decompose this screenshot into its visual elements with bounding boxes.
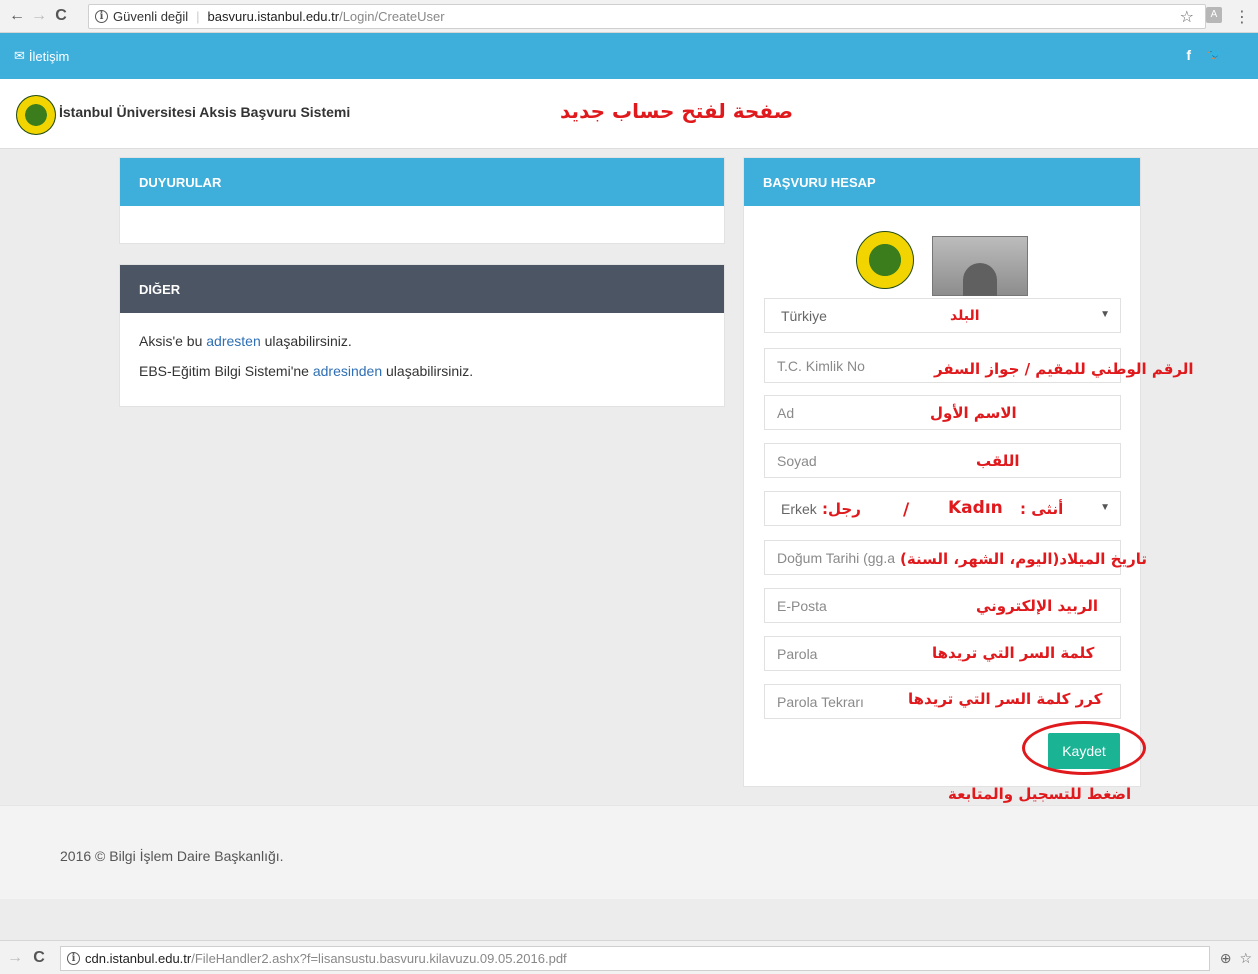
site-title[interactable]: İstanbul Üniversitesi Aksis Başvuru Sist… [59, 104, 350, 120]
surname-note: اللقب [976, 452, 1020, 470]
reload-icon-bottom[interactable]: C [28, 949, 50, 967]
copyright-text: 2016 © Bilgi İşlem Daire Başkanlığı. [60, 848, 284, 864]
save-highlight-circle [1022, 721, 1146, 775]
university-seal [856, 231, 914, 289]
zoom-icon[interactable]: ⊕ [1220, 950, 1232, 967]
ebs-info: EBS-Eğitim Bilgi Sistemi'ne adresinden u… [139, 363, 474, 379]
caret-down-icon: ▼ [1100, 309, 1110, 320]
page-annotation: صفحة لفتح حساب جديد [560, 99, 794, 123]
surname-input[interactable]: Soyad [764, 443, 1121, 478]
email-note: الربيد الإلكتروني [976, 597, 1098, 615]
announcements-title: DUYURULAR [120, 158, 724, 206]
password-note: كلمة السر التي تريدها [932, 644, 1095, 662]
tc-id-note: الرقم الوطني للمقيم / جواز السفر [934, 360, 1194, 378]
gender-slash: / [903, 500, 910, 520]
site-topbar: ✉ İletişim f 🐦 [0, 33, 1258, 79]
browser-toolbar: ← → C i Güvenli değil | basvuru.istanbul… [0, 0, 1258, 33]
extension-icon[interactable]: A [1206, 7, 1222, 23]
address-separator: | [196, 9, 200, 24]
other-title: DIĞER [120, 265, 724, 313]
announcements-panel: DUYURULAR [119, 157, 725, 244]
back-icon[interactable]: ← [6, 7, 28, 25]
site-footer: 2016 © Bilgi İşlem Daire Başkanlığı. [0, 805, 1258, 899]
gender-female-note: أنثى : [1020, 500, 1064, 518]
url-host: basvuru.istanbul.edu.tr [207, 9, 340, 24]
birth-date-note: تاريخ الميلاد(اليوم، الشهر، السنة) [900, 550, 1147, 568]
aksis-link[interactable]: adresten [206, 333, 260, 349]
bottom-browser-bar: → C i cdn.istanbul.edu.tr /FileHandler2.… [0, 940, 1258, 974]
gender-female-label: Kadın [948, 498, 1003, 518]
security-status: Güvenli değil [113, 9, 189, 24]
university-building-image [932, 236, 1028, 296]
country-select[interactable]: Türkiye ▼ [764, 298, 1121, 333]
save-note: اضغط للتسجيل والمتابعة [948, 785, 1132, 803]
country-note: البلد [950, 308, 980, 324]
forward-icon[interactable]: → [28, 7, 50, 25]
gender-select[interactable]: Erkek ▼ [764, 491, 1121, 526]
contact-link[interactable]: ✉ İletişim [14, 48, 69, 64]
forward-icon-bottom[interactable]: → [4, 949, 26, 967]
other-panel: DIĞER Aksis'e bu adresten ulaşabilirsini… [119, 264, 725, 407]
caret-down-icon: ▼ [1100, 502, 1110, 513]
bottom-url-path: /FileHandler2.ashx?f=lisansustu.basvuru.… [191, 951, 567, 966]
mail-icon: ✉ [14, 48, 25, 63]
info-icon[interactable]: i [67, 952, 80, 965]
twitter-icon[interactable]: 🐦 [1207, 47, 1222, 63]
gender-male-note: رجل: [822, 500, 861, 518]
aksis-info: Aksis'e bu adresten ulaşabilirsiniz. [139, 333, 352, 349]
facebook-icon[interactable]: f [1186, 47, 1191, 63]
first-name-note: الاسم الأول [930, 404, 1017, 422]
browser-menu-icon[interactable]: ⋮ [1234, 7, 1250, 27]
site-header: İstanbul Üniversitesi Aksis Başvuru Sist… [0, 79, 1258, 149]
bottom-address-bar[interactable]: i cdn.istanbul.edu.tr /FileHandler2.ashx… [60, 946, 1210, 971]
account-title: BAŞVURU HESAP [744, 158, 1140, 206]
bottom-url-host: cdn.istanbul.edu.tr [85, 951, 192, 966]
info-icon[interactable]: i [95, 10, 108, 23]
university-logo[interactable] [16, 95, 56, 135]
url-path: /Login/CreateUser [339, 9, 445, 24]
password-repeat-note: كرر كلمة السر التي تريدها [908, 690, 1103, 708]
contact-label: İletişim [28, 48, 70, 64]
bookmark-star-icon[interactable]: ☆ [1180, 7, 1194, 27]
ebs-link[interactable]: adresinden [313, 363, 382, 379]
bookmark-star-icon[interactable]: ☆ [1239, 950, 1252, 967]
reload-icon[interactable]: C [50, 7, 72, 25]
address-bar[interactable]: i Güvenli değil | basvuru.istanbul.edu.t… [88, 4, 1206, 29]
